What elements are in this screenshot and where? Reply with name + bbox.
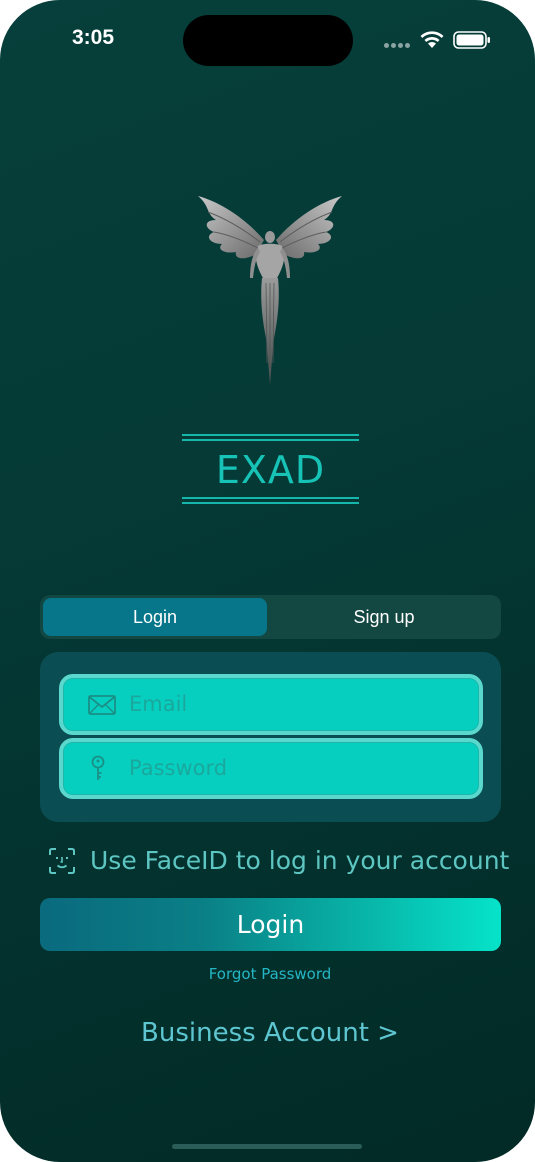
brand-divider-bottom <box>182 497 359 505</box>
dynamic-island <box>183 15 353 66</box>
home-indicator[interactable] <box>172 1144 362 1149</box>
brand-divider-top <box>182 434 359 442</box>
envelope-icon <box>88 695 116 715</box>
battery-icon <box>453 31 490 49</box>
login-form-card: Email Password <box>40 652 501 822</box>
faceid-login-option[interactable]: Use FaceID to log in your account <box>48 843 518 879</box>
wifi-icon <box>420 31 444 48</box>
password-placeholder: Password <box>129 756 228 780</box>
login-signup-segment: Login Sign up <box>40 595 501 639</box>
segment-signup-tab[interactable]: Sign up <box>271 598 497 636</box>
forgot-password-link[interactable]: Forgot Password <box>170 965 370 983</box>
faceid-icon <box>49 848 75 874</box>
faceid-label: Use FaceID to log in your account <box>90 846 510 875</box>
password-field[interactable]: Password <box>59 738 483 799</box>
key-icon <box>91 755 105 780</box>
business-account-link[interactable]: Business Account > <box>120 1013 420 1053</box>
winged-figure-icon <box>198 196 342 386</box>
status-time: 3:05 <box>72 26 115 49</box>
cellular-signal-icon <box>384 43 414 49</box>
email-field[interactable]: Email <box>59 674 483 735</box>
login-button[interactable]: Login <box>40 898 501 951</box>
email-placeholder: Email <box>129 692 188 716</box>
login-screen: 3:05 EXAD Login Sign up Email Password U… <box>0 0 535 1162</box>
segment-login-tab[interactable]: Login <box>43 598 267 636</box>
brand-title: EXAD <box>215 448 326 492</box>
